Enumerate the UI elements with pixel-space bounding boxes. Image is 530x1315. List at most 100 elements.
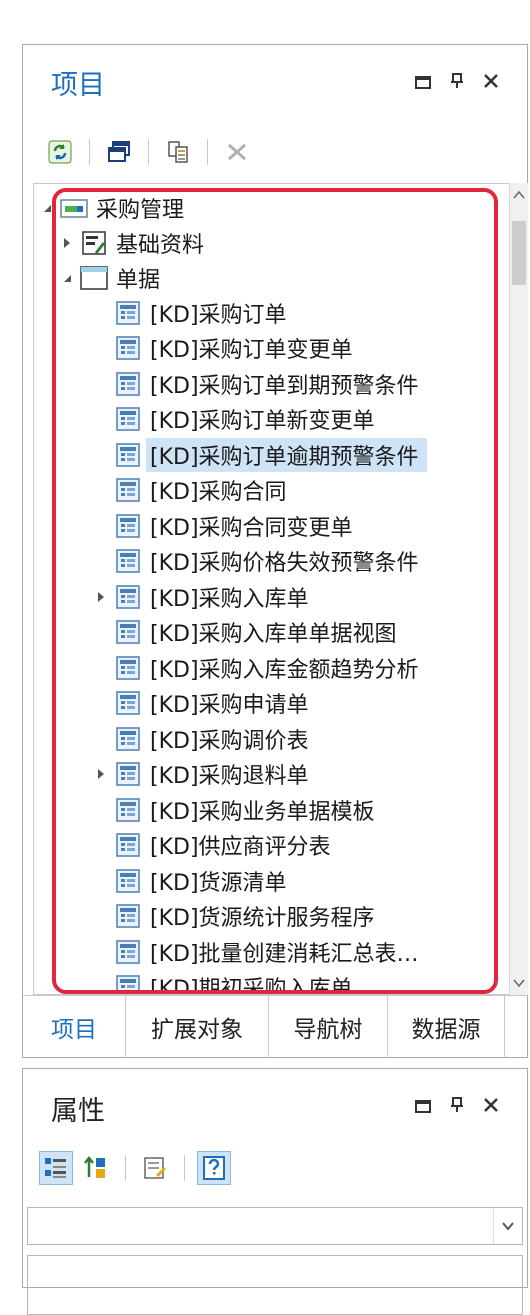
tree-item[interactable]: [KD]货源清单: [94, 863, 295, 898]
expand-arrow-icon[interactable]: [94, 590, 108, 604]
pin-icon[interactable]: [449, 73, 465, 89]
form-icon: [114, 477, 142, 503]
sort-az-icon[interactable]: [79, 1151, 113, 1185]
tree-root[interactable]: 采购管理: [40, 190, 192, 225]
tree-item[interactable]: [KD]采购合同变更单: [94, 508, 361, 543]
toolbar-separator: [89, 139, 90, 165]
tree-item[interactable]: [KD]采购价格失效预警条件: [94, 544, 427, 579]
form-icon: [114, 406, 142, 432]
project-tabs: 项目 扩展对象 导航树 数据源: [23, 995, 527, 1058]
form-icon: [114, 974, 142, 994]
chevron-down-icon[interactable]: [493, 1208, 522, 1244]
tree-item[interactable]: [KD]采购调价表: [94, 721, 317, 756]
panel-title: 属性: [51, 1096, 105, 1127]
tree-item-label: [KD]期初采购入库单: [150, 977, 353, 995]
docs-folder-icon: [80, 265, 108, 291]
panel-title-buttons: [415, 73, 499, 89]
form-icon: [114, 939, 142, 965]
tree-item[interactable]: [KD]采购申请单: [94, 686, 317, 721]
scroll-down-icon[interactable]: [510, 973, 528, 993]
tree-item-label: [KD]采购订单变更单: [150, 338, 353, 363]
tree-item-label: [KD]采购申请单: [150, 693, 309, 718]
tree-item-label: [KD]采购价格失效预警条件: [150, 551, 419, 576]
property-panel: 属性: [22, 1068, 528, 1315]
property-grid[interactable]: [27, 1255, 523, 1315]
form-icon: [114, 335, 142, 361]
scroll-up-icon[interactable]: [510, 185, 528, 205]
collapse-arrow-icon[interactable]: [40, 201, 54, 215]
tree-item[interactable]: [KD]采购入库金额趋势分析: [94, 650, 427, 685]
tree-item-label: [KD]采购入库金额趋势分析: [150, 657, 419, 683]
form-icon: [114, 548, 142, 574]
tree-item-label: [KD]供应商评分表: [150, 835, 331, 860]
form-icon: [114, 655, 142, 681]
form-icon: [114, 832, 142, 858]
tree-item[interactable]: [KD]批量创建消耗汇总表…: [94, 934, 427, 969]
tree-item[interactable]: [KD]采购入库单单据视图: [94, 615, 405, 650]
tree-item[interactable]: [KD]采购退料单: [94, 757, 317, 792]
close-icon[interactable]: [483, 1097, 499, 1113]
project-icon: [60, 195, 88, 221]
tree-item-label: [KD]采购合同变更单: [150, 515, 353, 541]
tab-extension-objects[interactable]: 扩展对象: [126, 996, 269, 1058]
form-icon: [114, 690, 142, 716]
object-selector[interactable]: [27, 1207, 523, 1245]
categorized-icon[interactable]: [39, 1151, 73, 1185]
expand-arrow-icon[interactable]: [94, 767, 108, 781]
tree-node-basic[interactable]: 基础资料: [60, 225, 212, 260]
tree-item[interactable]: [KD]采购订单逾期预警条件: [94, 437, 427, 472]
tree-item[interactable]: [KD]货源统计服务程序: [94, 899, 383, 934]
delete-icon[interactable]: [222, 137, 252, 167]
pin-icon[interactable]: [449, 1097, 465, 1113]
tree-item[interactable]: [KD]采购入库单: [94, 579, 317, 614]
project-tree: 采购管理 基础资料 单据 [KD]采购订单 [KD]采购订单变更单 [KD]采购订单…: [33, 183, 525, 995]
collapse-arrow-icon[interactable]: [60, 271, 74, 285]
tree-item-label: [KD]货源统计服务程序: [150, 906, 375, 931]
tree-item-label: [KD]采购订单逾期预警条件: [146, 437, 427, 472]
minimize-icon[interactable]: [415, 1099, 431, 1113]
tree-item[interactable]: [KD]采购合同: [94, 473, 295, 508]
tree-item[interactable]: [KD]期初采购入库单: [94, 970, 361, 995]
tab-data-source[interactable]: 数据源: [388, 996, 505, 1058]
minimize-icon[interactable]: [415, 75, 431, 89]
tree-item[interactable]: [KD]供应商评分表: [94, 828, 339, 863]
property-pages-icon[interactable]: [138, 1151, 172, 1185]
tree-item[interactable]: [KD]采购订单: [94, 295, 295, 330]
expand-arrow-icon[interactable]: [60, 236, 74, 250]
copy-icon[interactable]: [163, 137, 193, 167]
tree-node-docs[interactable]: 单据: [60, 260, 168, 295]
windows-icon[interactable]: [104, 137, 134, 167]
tree-item-label: [KD]采购合同: [150, 480, 287, 505]
tab-project[interactable]: 项目: [23, 996, 126, 1058]
form-icon: [114, 513, 142, 539]
scroll-thumb[interactable]: [512, 221, 526, 285]
vertical-scrollbar[interactable]: [509, 183, 528, 995]
project-panel: 项目 采购管理 基础资料 单据 [KD]采购订单 [KD]采购订单变更单 [KD…: [22, 44, 528, 1058]
toolbar-separator: [148, 139, 149, 165]
help-icon[interactable]: [197, 1151, 231, 1185]
tree-item[interactable]: [KD]采购业务单据模板: [94, 792, 383, 827]
tree-item[interactable]: [KD]采购订单到期预警条件: [94, 366, 427, 401]
panel-title-buttons: [415, 1097, 499, 1113]
form-icon: [114, 619, 142, 645]
form-icon: [114, 903, 142, 929]
close-icon[interactable]: [483, 73, 499, 89]
tree-item-label: [KD]采购订单新变更单: [150, 409, 375, 434]
tree-item-label: [KD]采购业务单据模板: [150, 799, 375, 825]
tree-item[interactable]: [KD]采购订单新变更单: [94, 402, 383, 437]
refresh-icon[interactable]: [45, 137, 75, 167]
tab-navigation-tree[interactable]: 导航树: [269, 996, 388, 1058]
tree-item[interactable]: [KD]采购订单变更单: [94, 331, 361, 366]
toolbar-separator: [125, 1155, 126, 1181]
